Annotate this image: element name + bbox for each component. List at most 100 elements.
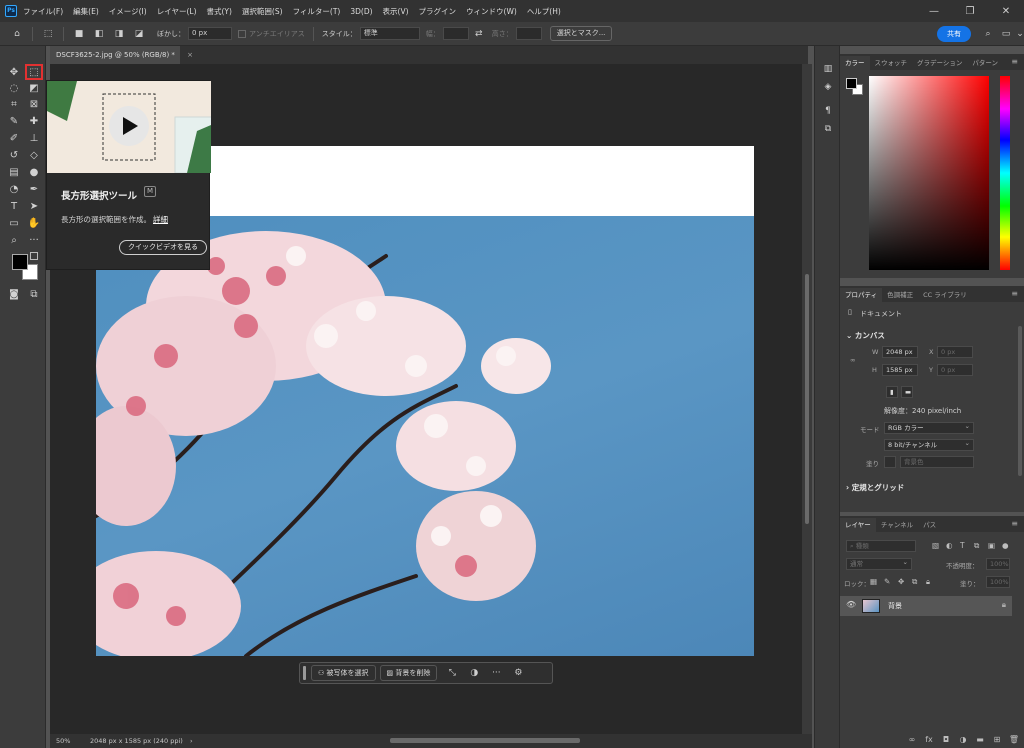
lock-transparency-icon[interactable]: ▦ [870,577,877,586]
move-tool-icon[interactable]: ✥ [5,64,23,80]
hand-tool-icon[interactable]: ✋ [25,215,43,231]
select-subject-button[interactable]: ⚇ 被写体を選択 [311,665,376,681]
blur-tool-icon[interactable]: ● [25,164,43,180]
transform-icon[interactable]: ⤡ [444,665,460,681]
foreground-color-swatch[interactable] [12,254,28,270]
frame-tool-icon[interactable]: ⊠ [25,96,43,112]
tab-cc-libraries[interactable]: CC ライブラリ [918,288,972,302]
menu-window[interactable]: ウィンドウ(W) [466,6,517,17]
fill-select[interactable]: 背景色 [900,456,974,468]
panel-menu-icon[interactable]: ≡ [1011,57,1018,66]
tooltip-preview-video[interactable] [47,81,211,173]
panel-menu-icon[interactable]: ≡ [1011,289,1018,298]
history-icon[interactable]: ▥ [821,62,835,76]
tab-gradients[interactable]: グラデーション [912,56,967,70]
workspace-icon[interactable]: ▭ [999,27,1013,41]
tab-patterns[interactable]: パターン [967,56,1003,70]
type-tool-icon[interactable]: T [5,198,23,214]
adjustment-icon[interactable]: ◑ [466,665,482,681]
eye-icon[interactable]: 👁︎ [846,600,856,609]
tab-channels[interactable]: チャンネル [876,518,918,532]
lock-position-icon[interactable]: ✥ [898,577,904,586]
panel-menu-icon[interactable]: ≡ [1011,519,1018,528]
lock-all-icon[interactable]: 🔒︎ [926,577,930,587]
opacity-input[interactable]: 100% [986,558,1010,570]
tab-swatches[interactable]: スウォッチ [870,56,913,70]
feather-input[interactable]: 0 px [188,27,232,40]
search-icon[interactable]: ⌕ [981,27,995,41]
filter-toggle-icon[interactable]: ● [1002,541,1009,550]
quick-mask-icon[interactable]: ◙ [5,286,23,302]
landscape-orientation-icon[interactable]: ▬ [901,386,913,398]
layer-row[interactable]: 👁︎ 背景 🔒︎ [840,596,1012,616]
tab-adjustments[interactable]: 色調補正 [882,288,918,302]
cube-icon[interactable]: ◈ [821,80,835,94]
rulers-grids-heading[interactable]: › 定規とグリッド [846,482,904,493]
select-and-mask-button[interactable]: 選択とマスク... [549,26,613,41]
quick-video-button[interactable]: クイックビデオを見る [119,240,207,255]
vertical-scrollbar[interactable] [802,64,812,734]
new-layer-icon[interactable]: ⊞ [990,735,1004,744]
chevron-down-icon[interactable]: ⌄ [1013,27,1024,41]
menu-layer[interactable]: レイヤー(L) [157,6,197,17]
tooltip-detail-link[interactable]: 詳細 [153,215,168,224]
dodge-tool-icon[interactable]: ◔ [5,181,23,197]
menu-file[interactable]: ファイル(F) [23,6,63,17]
gradient-tool-icon[interactable]: ▤ [5,164,23,180]
tab-layers[interactable]: レイヤー [840,518,876,532]
lock-artboard-icon[interactable]: ⧉ [912,577,917,587]
color-mode-select[interactable]: RGB カラー [884,421,974,434]
style-select[interactable]: 標準 [359,27,420,40]
new-selection-icon[interactable]: ■ [72,27,86,41]
add-selection-icon[interactable]: ◧ [92,27,106,41]
add-mask-icon[interactable]: ◘ [939,735,953,744]
lasso-tool-icon[interactable]: ◌ [5,80,23,96]
menu-select[interactable]: 選択範囲(S) [242,6,283,17]
drag-handle[interactable] [303,666,306,680]
eyedropper-tool-icon[interactable]: ✎ [5,113,23,129]
zoom-level[interactable]: 50% [56,734,70,748]
portrait-orientation-icon[interactable]: ▮ [886,386,898,398]
hue-slider[interactable] [1000,76,1010,270]
minimize-button[interactable]: — [916,0,952,22]
menu-type[interactable]: 書式(Y) [207,6,232,17]
adjustment-layer-icon[interactable]: ◑ [956,735,970,744]
menu-3d[interactable]: 3D(D) [350,7,372,16]
tab-properties[interactable]: プロパティ [840,288,883,302]
canvas-width-input[interactable]: 2048 px [882,346,918,358]
rectangle-tool-icon[interactable]: ▭ [5,215,23,231]
blend-mode-select[interactable]: 通常 [846,557,912,570]
healing-brush-tool-icon[interactable]: ✚ [25,113,43,129]
share-button[interactable]: 共有 [937,26,971,42]
menu-filter[interactable]: フィルター(T) [293,6,341,17]
width-input[interactable] [442,27,469,40]
status-arrow-icon[interactable]: › [190,734,193,748]
clone-stamp-tool-icon[interactable]: ⊥ [25,130,43,146]
foreground-swatch[interactable] [846,78,857,89]
filter-smart-icon[interactable]: ▣ [988,541,995,550]
bit-depth-select[interactable]: 8 bit/チャンネル [884,438,974,451]
canvas-height-input[interactable]: 1585 px [882,364,918,376]
document-tab[interactable]: DSCF3625-2.jpg @ 50% (RGB/8) * × [50,46,193,64]
tab-paths[interactable]: パス [918,518,941,532]
intersect-selection-icon[interactable]: ◪ [132,27,146,41]
filter-adjust-icon[interactable]: ◐ [946,541,953,550]
filter-type-icon[interactable]: T [960,541,965,550]
menu-image[interactable]: イメージ(I) [109,6,147,17]
more-tools-icon[interactable]: ··· [25,232,43,248]
eraser-tool-icon[interactable]: ◇ [25,147,43,163]
history-brush-tool-icon[interactable]: ↺ [5,147,23,163]
crop-tool-icon[interactable]: ⌗ [5,96,23,112]
screen-mode-icon[interactable]: ⧉ [25,286,43,302]
brush-tool-icon[interactable]: ✐ [5,130,23,146]
lock-icon[interactable]: 🔒︎ [1002,600,1006,610]
menu-view[interactable]: 表示(V) [383,6,409,17]
rectangular-marquee-tool-icon[interactable]: ⬚ [25,64,43,80]
fx-icon[interactable]: fx [922,735,936,744]
antialias-checkbox[interactable] [238,29,246,38]
settings-icon[interactable]: ⚙ [510,665,526,681]
lock-pixels-icon[interactable]: ✎ [884,577,890,586]
canvas-heading[interactable]: ⌄ カンバス [846,330,885,341]
remove-background-button[interactable]: ▨ 背景を削除 [379,665,438,681]
fill-color-swatch[interactable] [884,456,896,468]
